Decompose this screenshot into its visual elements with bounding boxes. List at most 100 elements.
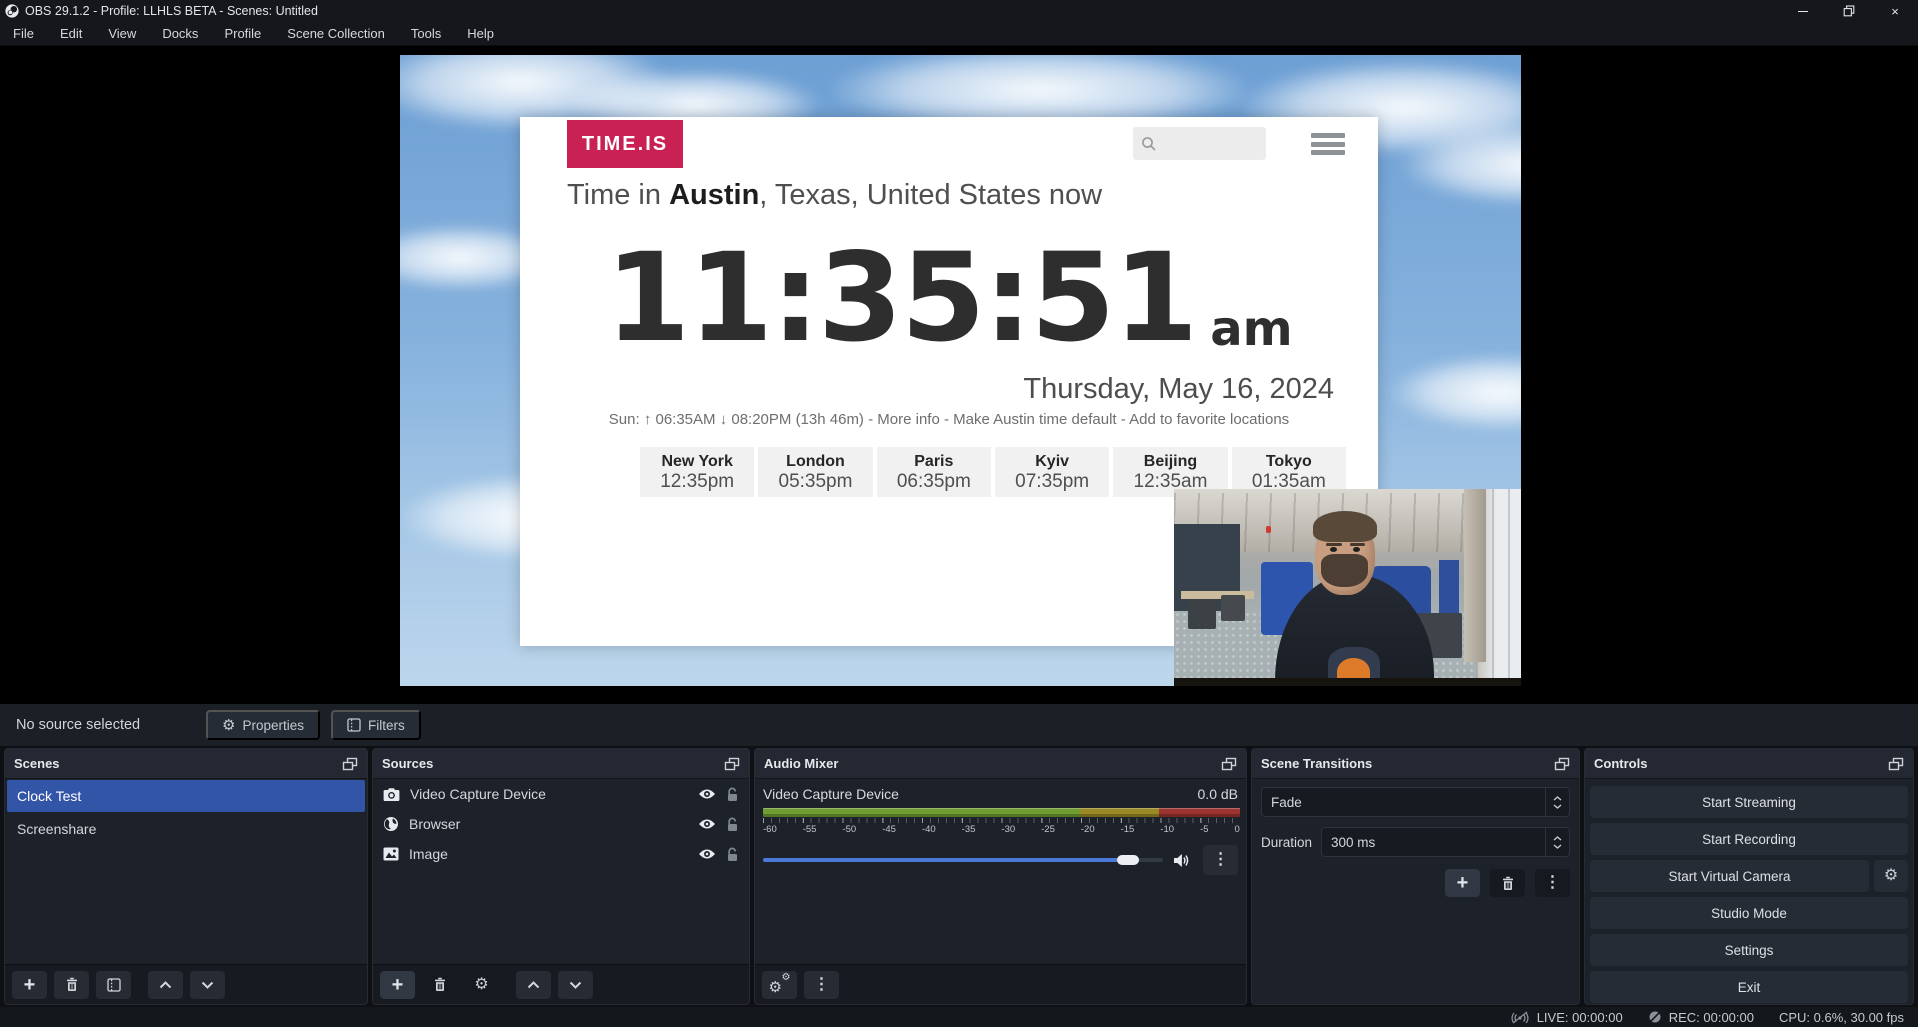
tick-label: -35 <box>962 824 976 835</box>
source-label: Video Capture Device <box>410 786 546 802</box>
heading-city: Austin <box>669 179 759 211</box>
audio-mixer-title: Audio Mixer <box>764 756 838 771</box>
menu-edit[interactable]: Edit <box>47 22 95 45</box>
move-scene-up-button[interactable] <box>148 971 183 999</box>
source-toolbar: No source selected ⚙ Properties Filters <box>0 704 1918 746</box>
scene-item-screenshare[interactable]: Screenshare <box>7 813 365 845</box>
volume-slider-handle[interactable] <box>1117 855 1139 865</box>
live-timer: LIVE: 00:00:00 <box>1537 1010 1623 1025</box>
duration-spin-arrows[interactable] <box>1545 828 1569 856</box>
start-streaming-button[interactable]: Start Streaming <box>1590 786 1908 818</box>
filters-label: Filters <box>368 718 405 733</box>
record-inactive-icon <box>1648 1010 1662 1024</box>
popout-icon <box>1888 757 1904 771</box>
close-button[interactable]: × <box>1872 0 1918 22</box>
sources-panel-header[interactable]: Sources <box>373 749 749 779</box>
city-name: Tokyo <box>1232 453 1346 471</box>
volume-slider-track <box>763 858 1163 862</box>
menu-docks[interactable]: Docks <box>149 22 211 45</box>
eye-icon[interactable] <box>698 818 716 830</box>
remove-source-button[interactable] <box>422 971 457 999</box>
source-label: Browser <box>409 816 460 832</box>
move-source-up-button[interactable] <box>516 971 551 999</box>
clock-row: 11:35:51 am <box>520 209 1378 359</box>
dock-area: Scenes Clock Test Screenshare + <box>0 746 1918 1007</box>
remove-transition-button[interactable] <box>1490 869 1525 897</box>
properties-button[interactable]: ⚙ Properties <box>206 710 320 740</box>
move-source-down-button[interactable] <box>558 971 593 999</box>
start-virtual-camera-button[interactable]: Start Virtual Camera <box>1590 860 1869 892</box>
scene-item-clock-test[interactable]: Clock Test <box>7 780 365 812</box>
transition-select[interactable]: Fade <box>1261 787 1570 817</box>
plus-icon: + <box>392 975 404 995</box>
exit-button[interactable]: Exit <box>1590 971 1908 1003</box>
audio-mixer-header[interactable]: Audio Mixer <box>755 749 1246 779</box>
mixer-channel-menu-button[interactable]: ⋮ <box>1203 845 1238 875</box>
filters-button[interactable]: Filters <box>331 710 421 740</box>
webcam-video[interactable] <box>1174 489 1521 686</box>
kebab-icon: ⋮ <box>1213 852 1229 868</box>
menu-profile[interactable]: Profile <box>211 22 274 45</box>
city-time: 12:35pm <box>640 471 754 493</box>
speaker-icon[interactable] <box>1173 853 1191 868</box>
tick-label: -5 <box>1200 824 1208 835</box>
remove-scene-button[interactable] <box>54 971 89 999</box>
tick-label: -30 <box>1001 824 1015 835</box>
menu-tools[interactable]: Tools <box>398 22 454 45</box>
source-row-browser[interactable]: Browser <box>373 809 749 839</box>
virtual-camera-config-button[interactable]: ⚙ <box>1874 860 1908 892</box>
minimize-button[interactable] <box>1780 0 1826 22</box>
restore-icon <box>1843 5 1855 17</box>
transitions-header[interactable]: Scene Transitions <box>1252 749 1579 779</box>
transition-properties-button[interactable]: ⋮ <box>1535 869 1570 897</box>
scenes-panel-header[interactable]: Scenes <box>5 749 367 779</box>
source-row-image[interactable]: Image <box>373 839 749 869</box>
studio-mode-button[interactable]: Studio Mode <box>1590 897 1908 929</box>
heading-prefix: Time in <box>567 179 669 211</box>
chevron-down-icon <box>569 981 582 989</box>
advanced-audio-button[interactable]: ⚙ ⚙ <box>762 971 797 999</box>
timeis-search-box <box>1133 127 1266 160</box>
make-default-link: Make Austin time default <box>953 411 1116 428</box>
add-source-button[interactable]: + <box>380 971 415 999</box>
city-name: Beijing <box>1113 453 1227 471</box>
controls-header[interactable]: Controls <box>1585 749 1913 779</box>
move-scene-down-button[interactable] <box>190 971 225 999</box>
city-name: Paris <box>877 453 991 471</box>
source-properties-button[interactable]: ⚙ <box>464 971 499 999</box>
scene-video[interactable]: TIME.IS Time in Austin, Texas, United St… <box>400 55 1521 686</box>
rec-timer: REC: 00:00:00 <box>1669 1010 1754 1025</box>
tick-label: -50 <box>842 824 856 835</box>
start-recording-button[interactable]: Start Recording <box>1590 823 1908 855</box>
menu-help[interactable]: Help <box>454 22 507 45</box>
volume-slider[interactable] <box>763 855 1163 865</box>
scene-transitions-panel: Scene Transitions Fade Duration 300 ms <box>1251 748 1580 1005</box>
source-row-video-capture[interactable]: Video Capture Device <box>373 779 749 809</box>
transitions-title: Scene Transitions <box>1261 756 1372 771</box>
menu-scene-collection[interactable]: Scene Collection <box>274 22 398 45</box>
eye-icon[interactable] <box>698 788 716 800</box>
obs-logo-icon <box>5 4 19 18</box>
transition-select-arrows[interactable] <box>1545 788 1569 816</box>
search-icon <box>1141 136 1157 152</box>
add-scene-button[interactable]: + <box>12 971 47 999</box>
scene-filters-button[interactable] <box>96 971 131 999</box>
image-icon <box>383 847 399 861</box>
city-tile: Paris06:35pm <box>877 447 991 497</box>
gears-icon: ⚙ ⚙ <box>769 975 791 995</box>
restore-button[interactable] <box>1826 0 1872 22</box>
menu-view[interactable]: View <box>95 22 149 45</box>
unlock-icon[interactable] <box>726 817 739 832</box>
preview-canvas[interactable]: TIME.IS Time in Austin, Texas, United St… <box>0 46 1918 704</box>
controls-panel: Controls Start Streaming Start Recording… <box>1584 748 1914 1005</box>
city-time: 05:35pm <box>758 471 872 493</box>
duration-spinbox[interactable]: 300 ms <box>1321 827 1570 857</box>
unlock-icon[interactable] <box>726 787 739 802</box>
title-bar[interactable]: OBS 29.1.2 - Profile: LLHLS BETA - Scene… <box>0 0 1918 22</box>
menu-file[interactable]: File <box>0 22 47 45</box>
settings-button[interactable]: Settings <box>1590 934 1908 966</box>
unlock-icon[interactable] <box>726 847 739 862</box>
eye-icon[interactable] <box>698 848 716 860</box>
add-transition-button[interactable]: + <box>1445 869 1480 897</box>
mixer-menu-button[interactable]: ⋮ <box>804 971 839 999</box>
